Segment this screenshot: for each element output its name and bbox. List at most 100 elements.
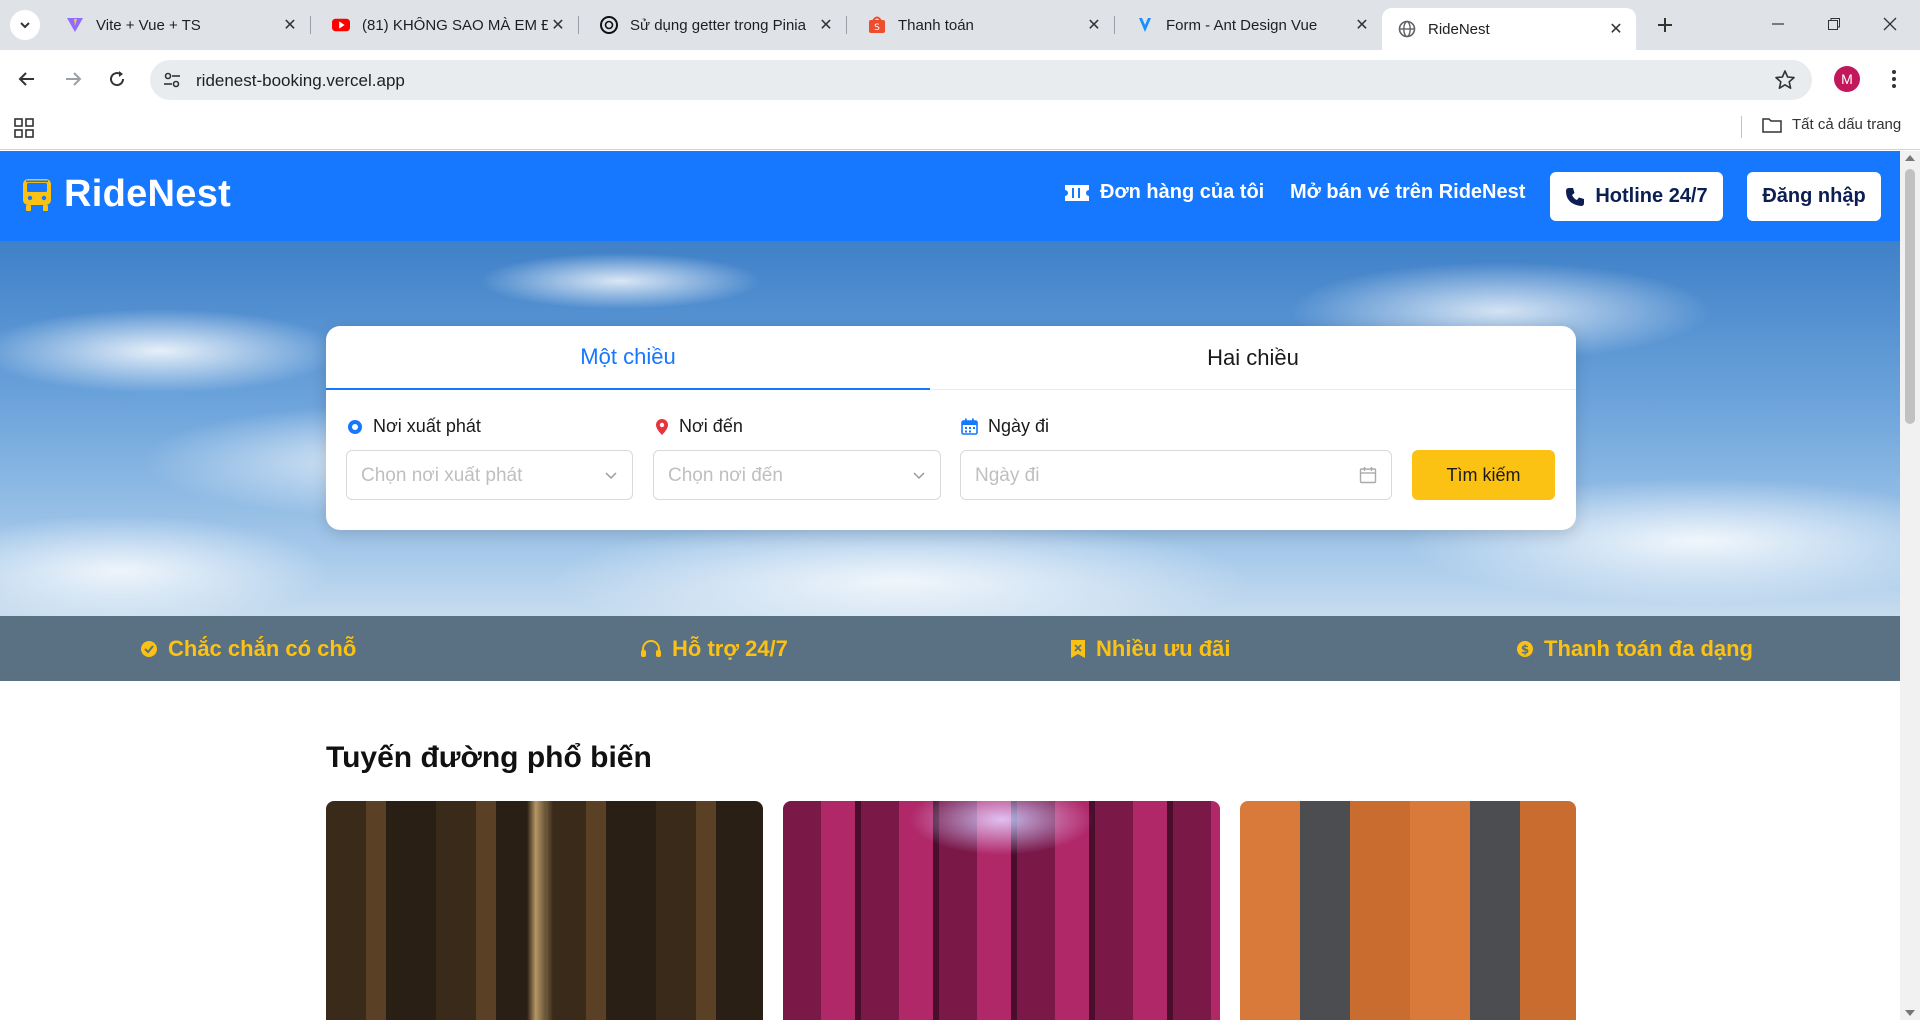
browser-tab[interactable]: S Thanh toán ✕ (852, 8, 1115, 42)
all-bookmarks-button[interactable]: Tất cả dấu trang (1762, 116, 1901, 133)
plus-icon (1658, 18, 1672, 32)
tab-search-button[interactable] (10, 10, 40, 40)
arrow-left-icon (18, 72, 34, 86)
scroll-down-arrow[interactable] (1905, 1010, 1915, 1016)
feature-guaranteed-seat: Chắc chắn có chỗ (140, 636, 356, 662)
popular-routes-title: Tuyến đường phổ biến (326, 741, 652, 774)
antdv-icon (1136, 16, 1154, 34)
openai-icon (600, 16, 618, 34)
tab-divider (310, 16, 311, 34)
close-icon[interactable]: ✕ (548, 15, 568, 35)
shopee-icon: S (868, 16, 886, 34)
radio-dot-icon (348, 419, 362, 434)
tab-title: (81) KHÔNG SAO MÀ EM Đ (362, 16, 548, 34)
close-icon[interactable]: ✕ (816, 15, 836, 35)
close-icon[interactable]: ✕ (1084, 15, 1104, 35)
feature-label: Thanh toán đa dạng (1544, 636, 1753, 661)
chevron-down-icon (605, 472, 617, 480)
close-icon[interactable]: ✕ (1352, 15, 1372, 35)
calendar-icon (961, 418, 978, 435)
logo-text: RideNest (64, 173, 232, 215)
date-placeholder: Ngày đi (975, 465, 1040, 486)
back-button[interactable] (12, 64, 42, 94)
minimize-button[interactable] (1750, 0, 1806, 48)
page-scrollbar[interactable] (1900, 151, 1920, 1020)
browser-tab[interactable]: Sử dụng getter trong Pinia ✕ (584, 8, 847, 42)
tab-divider (578, 16, 579, 34)
my-orders-label: Đơn hàng của tôi (1100, 181, 1265, 203)
site-logo[interactable]: RideNest (22, 173, 231, 216)
date-label: Ngày đi (961, 416, 1049, 437)
map-pin-icon (656, 418, 668, 435)
close-window-button[interactable] (1862, 0, 1918, 48)
ticket-icon (1065, 184, 1089, 201)
search-card: Một chiều Hai chiều Nơi xuất phát Chọn n… (326, 326, 1576, 530)
destination-label-text: Nơi đến (679, 416, 743, 436)
all-bookmarks-label: Tất cả dấu trang (1792, 116, 1902, 133)
feature-discounts: Nhiều ưu đãi (1070, 636, 1231, 662)
hotline-button[interactable]: Hotline 24/7 (1550, 172, 1723, 221)
origin-label-text: Nơi xuất phát (373, 416, 481, 436)
bus-icon (23, 178, 51, 211)
tab-title: RideNest (1428, 20, 1490, 38)
check-circle-icon (141, 641, 157, 657)
browser-menu-button[interactable] (1882, 66, 1906, 92)
dollar-circle-icon: $ (1517, 641, 1533, 657)
youtube-icon (332, 16, 350, 34)
restore-button[interactable] (1806, 0, 1862, 48)
profile-avatar[interactable]: M (1834, 66, 1860, 92)
browser-tab-active[interactable]: RideNest ✕ (1382, 8, 1636, 50)
svg-text:$: $ (1521, 643, 1529, 657)
close-icon[interactable]: ✕ (1606, 19, 1626, 39)
my-orders-link[interactable]: Đơn hàng của tôi (1064, 181, 1264, 204)
sell-tickets-link[interactable]: Mở bán vé trên RideNest (1290, 181, 1525, 204)
tag-icon (1071, 640, 1085, 658)
close-icon[interactable]: ✕ (280, 15, 300, 35)
route-card[interactable] (783, 801, 1220, 1020)
date-picker[interactable]: Ngày đi (960, 450, 1392, 500)
scroll-up-arrow[interactable] (1905, 155, 1915, 161)
bookmark-star-icon[interactable] (1774, 69, 1796, 91)
feature-support: Hỗ trợ 24/7 (640, 636, 788, 662)
globe-icon (1398, 20, 1416, 38)
search-button[interactable]: Tìm kiếm (1412, 450, 1555, 500)
scrollbar-thumb[interactable] (1905, 169, 1915, 424)
reload-button[interactable] (102, 64, 132, 94)
browser-toolbar: ridenest-booking.vercel.app M (0, 50, 1920, 108)
tab-title: Vite + Vue + TS (96, 16, 201, 34)
trip-type-tabs: Một chiều Hai chiều (326, 326, 1576, 390)
url-text[interactable]: ridenest-booking.vercel.app (196, 71, 405, 91)
tab-one-way[interactable]: Một chiều (326, 326, 930, 390)
restore-icon (1828, 18, 1840, 30)
phone-icon (1566, 187, 1585, 206)
tab-round-trip[interactable]: Hai chiều (930, 326, 1576, 390)
close-icon (1883, 17, 1897, 31)
tab-divider (846, 16, 847, 34)
browser-tab[interactable]: (81) KHÔNG SAO MÀ EM Đ ✕ (316, 8, 579, 42)
address-bar[interactable]: ridenest-booking.vercel.app (150, 60, 1812, 100)
calendar-icon (1359, 467, 1377, 484)
page-viewport: RideNest Đơn hàng của tôi Mở bán vé trên… (0, 151, 1920, 1020)
folder-icon (1762, 117, 1782, 133)
bookmarks-bar: Tất cả dấu trang (0, 108, 1920, 150)
origin-select[interactable]: Chọn nơi xuất phát (346, 450, 633, 500)
browser-tab-strip: Vite + Vue + TS ✕ (81) KHÔNG SAO MÀ EM Đ… (0, 0, 1920, 50)
forward-button[interactable] (58, 64, 88, 94)
site-info-icon[interactable] (162, 70, 182, 90)
feature-payment: $ Thanh toán đa dạng (1516, 636, 1753, 662)
site-header: RideNest Đơn hàng của tôi Mở bán vé trên… (0, 151, 1900, 241)
browser-tab[interactable]: Form - Ant Design Vue ✕ (1120, 8, 1382, 42)
login-button[interactable]: Đăng nhập (1747, 172, 1881, 221)
arrow-right-icon (66, 72, 82, 86)
destination-select[interactable]: Chọn nơi đến (653, 450, 941, 500)
browser-tab[interactable]: Vite + Vue + TS ✕ (50, 8, 311, 42)
feature-label: Chắc chắn có chỗ (168, 636, 357, 661)
apps-grid-icon[interactable] (14, 118, 34, 138)
route-card[interactable] (1240, 801, 1576, 1020)
route-card[interactable] (326, 801, 763, 1020)
new-tab-button[interactable] (1650, 10, 1680, 40)
tab-title: Thanh toán (898, 16, 974, 34)
minimize-icon (1772, 23, 1784, 25)
features-bar: Chắc chắn có chỗ Hỗ trợ 24/7 Nhiều ưu đã… (0, 616, 1900, 681)
svg-text:S: S (874, 23, 880, 33)
